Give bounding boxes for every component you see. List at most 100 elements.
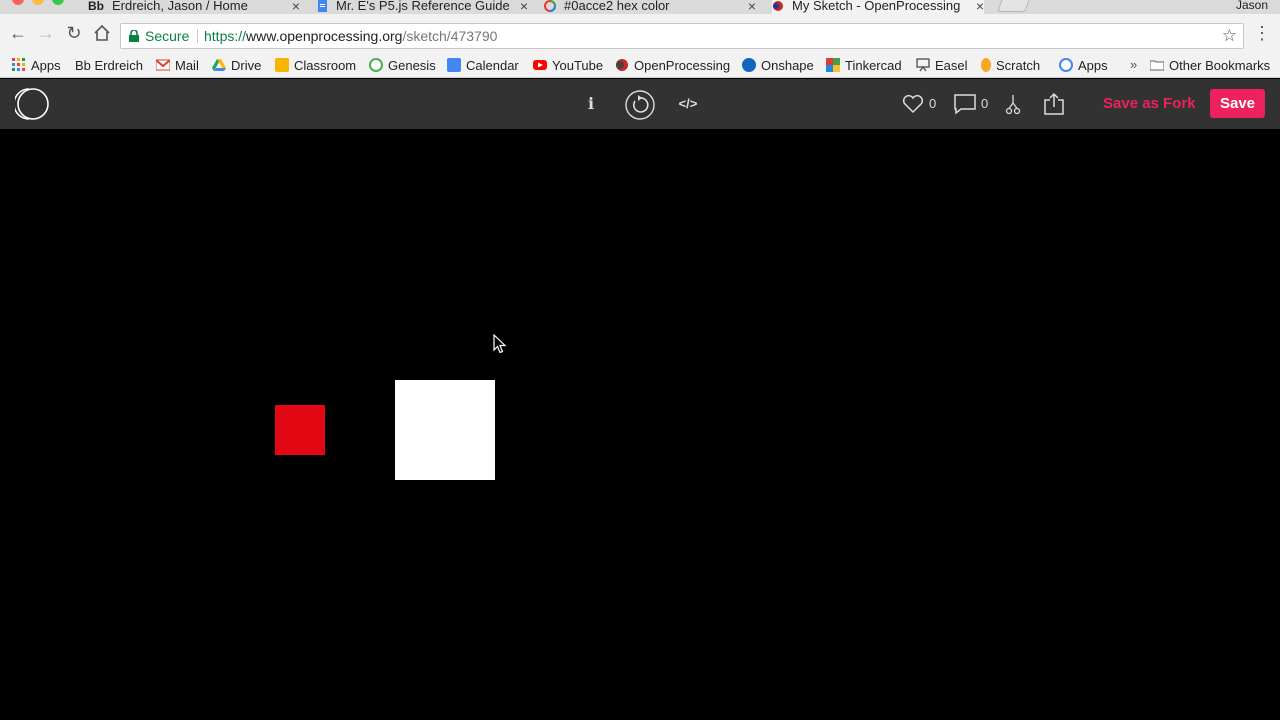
share-button[interactable] — [1042, 89, 1066, 119]
back-button[interactable]: ← — [7, 22, 29, 44]
tinkercad-icon — [826, 58, 840, 72]
tab-label: #0acce2 hex color — [564, 0, 670, 13]
bookmark-label: Bb Erdreich — [75, 58, 143, 73]
bookmark-label: Calendar — [466, 58, 519, 73]
bookmark-label: OpenProcessing — [634, 58, 731, 73]
heart-icon — [902, 94, 924, 114]
comments-button[interactable] — [953, 89, 977, 119]
bookmark-label: Genesis — [388, 58, 436, 73]
gmail-icon — [156, 59, 170, 71]
window-zoom-button[interactable] — [52, 0, 64, 5]
forward-button[interactable]: → — [35, 22, 57, 44]
home-button[interactable] — [91, 22, 113, 44]
bookmark-label: Apps — [31, 58, 61, 73]
save-button[interactable]: Save — [1210, 89, 1265, 118]
bookmark-mail[interactable]: Mail — [156, 57, 199, 75]
restart-sketch-button[interactable] — [624, 89, 656, 120]
bookmark-easel[interactable]: Easel — [916, 57, 968, 75]
tab-my-sketch[interactable]: My Sketch - OpenProcessing × — [772, 0, 984, 14]
bookmark-label: YouTube — [552, 58, 604, 73]
genesis-icon — [369, 58, 383, 72]
comments-count: 0 — [981, 96, 989, 111]
bookmark-label: Drive — [231, 58, 262, 73]
bookmark-bb-erdreich[interactable]: Bb Erdreich — [75, 57, 143, 75]
browser-tab-strip: Bb Erdreich, Jason / Home × Mr. E's P5.js… — [0, 0, 1280, 14]
bookmark-youtube[interactable]: YouTube — [533, 57, 603, 75]
bookmark-label: Tinkercad — [845, 58, 902, 73]
sketch-canvas[interactable] — [0, 129, 1280, 720]
close-icon[interactable]: × — [748, 0, 756, 13]
bookmark-label: Scratch — [996, 58, 1041, 73]
window-close-button[interactable] — [12, 0, 24, 5]
bookmarks-bar: Apps Bb Erdreich Mail Drive Classroom Ge… — [0, 54, 1280, 78]
close-icon[interactable]: × — [520, 0, 528, 13]
bookmark-label: Mail — [175, 58, 199, 73]
openprocessing-icon — [616, 59, 628, 71]
bookmark-openprocessing[interactable]: OpenProcessing — [615, 57, 730, 75]
close-icon[interactable]: × — [976, 0, 984, 13]
bookmark-star-icon[interactable]: ☆ — [1222, 24, 1237, 48]
address-bar[interactable]: Secure https://www.openprocessing.org/sk… — [120, 23, 1244, 49]
share-icon — [1044, 92, 1064, 115]
bookmark-classroom[interactable]: Classroom — [275, 57, 356, 75]
bookmark-onshape[interactable]: Onshape — [742, 57, 814, 75]
bookmarks-overflow-button[interactable]: » — [1130, 57, 1137, 72]
url-text: https://www.openprocessing.org/sketch/47… — [204, 24, 497, 48]
restart-icon — [625, 90, 655, 120]
colorhexa-icon — [544, 0, 558, 12]
more-vertical-icon: ⋮ — [1253, 23, 1271, 43]
url-path: /sketch/473790 — [402, 28, 498, 44]
bookmark-scratch[interactable]: Scratch — [981, 57, 1040, 75]
close-icon[interactable]: × — [292, 0, 300, 13]
url-scheme: https:// — [204, 28, 247, 44]
easel-icon — [916, 58, 930, 72]
openprocessing-logo-icon[interactable] — [15, 88, 51, 120]
code-icon: </> — [678, 96, 698, 111]
bookmark-label: Onshape — [761, 58, 814, 73]
reload-button[interactable]: ↻ — [63, 22, 85, 44]
folder-icon — [1150, 60, 1164, 71]
bookmark-label: Other Bookmarks — [1169, 58, 1271, 73]
bookmark-genesis[interactable]: Genesis — [369, 57, 436, 75]
blackboard-icon: Bb — [88, 0, 104, 13]
bookmark-drive[interactable]: Drive — [212, 57, 261, 75]
browser-toolbar: ← → ↻ Secure https://www.openprocessing.… — [0, 14, 1280, 54]
tab-label: Erdreich, Jason / Home — [112, 0, 248, 13]
home-icon — [94, 24, 110, 41]
tab-reference-guide[interactable]: Mr. E's P5.js Reference Guide × — [316, 0, 528, 14]
arrow-left-icon: ← — [9, 23, 27, 43]
reload-icon: ↻ — [66, 23, 82, 43]
sketch-info-button[interactable]: i — [582, 89, 600, 119]
info-icon: i — [587, 94, 595, 113]
google-docs-icon — [316, 0, 330, 12]
mouse-cursor-icon — [493, 334, 507, 354]
bookmark-apps[interactable]: Apps — [12, 57, 61, 75]
like-button[interactable] — [901, 89, 925, 119]
bookmark-google-apps[interactable]: Apps — [1059, 57, 1108, 75]
profile-name[interactable]: Jason — [1236, 0, 1268, 12]
tab-blackboard-home[interactable]: Bb Erdreich, Jason / Home × — [88, 0, 300, 14]
scratch-icon — [981, 58, 991, 72]
bookmark-tinkercad[interactable]: Tinkercad — [826, 57, 902, 75]
lock-icon — [129, 30, 139, 42]
secure-label: Secure — [145, 28, 190, 44]
browser-menu-button[interactable]: ⋮ — [1252, 22, 1272, 44]
bookmark-other-bookmarks[interactable]: Other Bookmarks — [1150, 57, 1270, 75]
bookmark-label: Apps — [1078, 58, 1108, 73]
google-g-icon — [1059, 58, 1073, 72]
bookmark-label: Easel — [935, 58, 968, 73]
bookmark-label: Classroom — [294, 58, 357, 73]
new-tab-button[interactable] — [997, 0, 1031, 12]
red-square-shape — [275, 405, 325, 455]
openprocessing-header: i </> 0 0 Save as Fork Save — [0, 79, 1280, 129]
apps-grid-icon — [12, 58, 25, 71]
save-as-fork-button[interactable]: Save as Fork — [1103, 93, 1196, 115]
window-minimize-button[interactable] — [32, 0, 44, 5]
bookmark-calendar[interactable]: Calendar — [447, 57, 519, 75]
tab-hex-color[interactable]: #0acce2 hex color × — [544, 0, 756, 14]
white-square-shape — [395, 380, 495, 480]
fork-button[interactable] — [1004, 89, 1022, 119]
likes-count: 0 — [929, 96, 937, 111]
code-view-button[interactable]: </> — [676, 89, 700, 119]
youtube-icon — [533, 60, 547, 70]
